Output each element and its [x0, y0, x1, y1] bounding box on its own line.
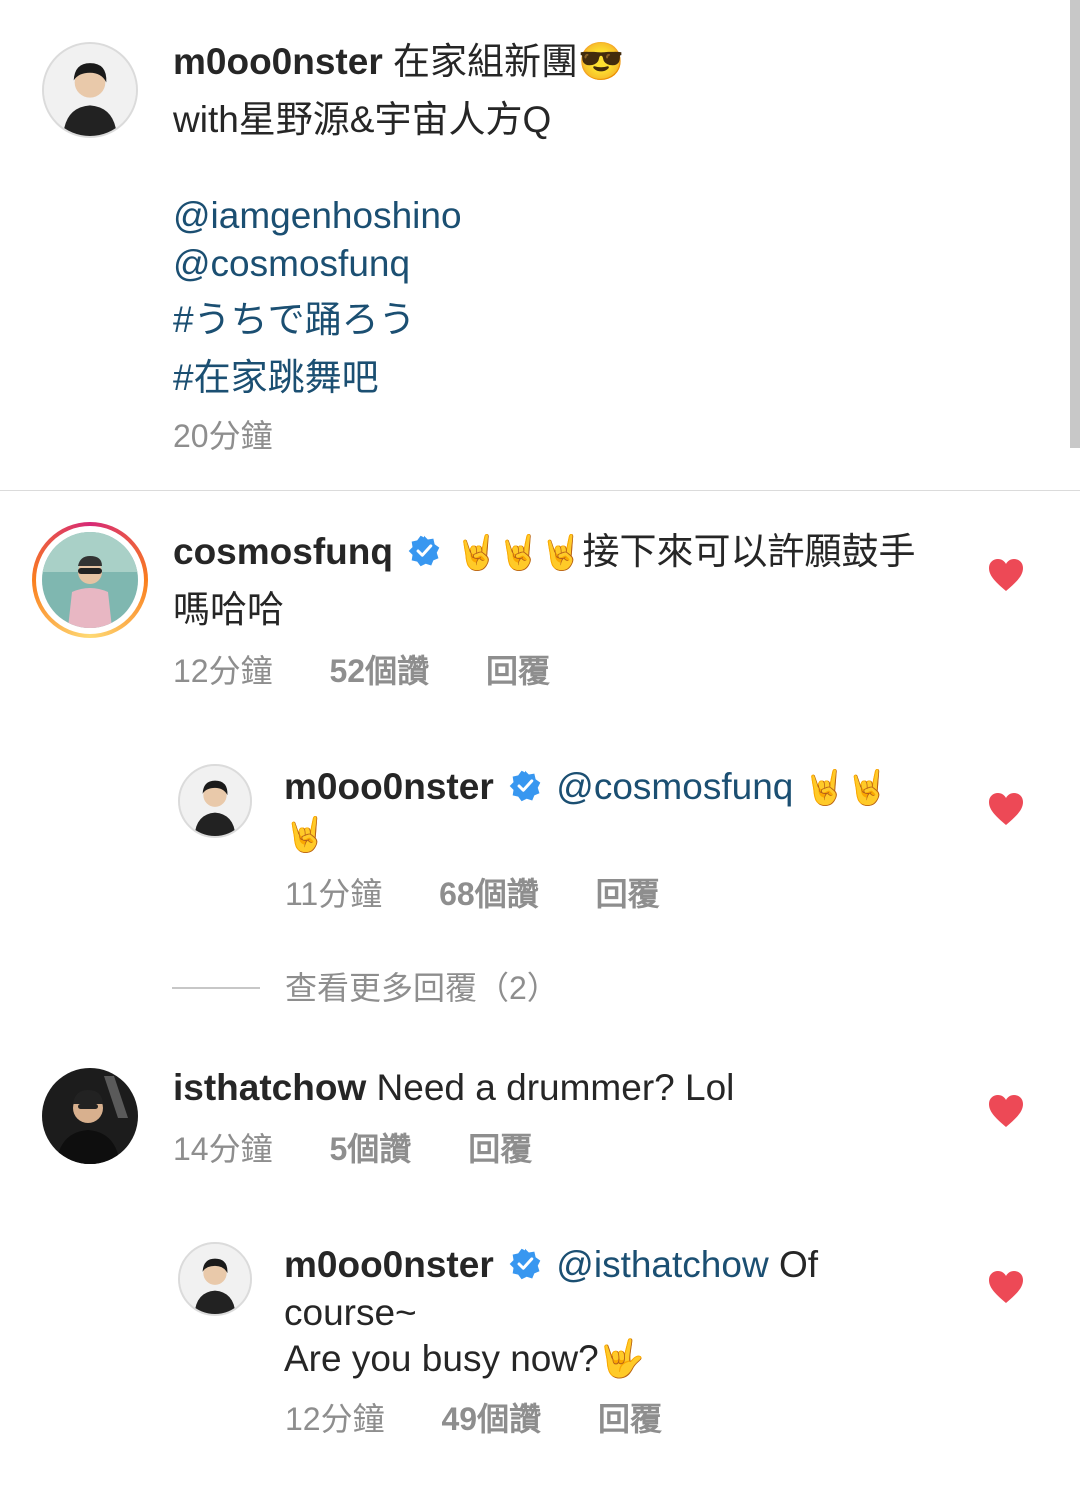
avatar-image: [44, 44, 136, 136]
avatar[interactable]: [178, 764, 252, 838]
view-more-replies-button[interactable]: 查看更多回覆（2）: [285, 968, 559, 1008]
rock-hand-emoji: 🤘: [284, 816, 327, 854]
comment-body: Need a drummer? Lol: [376, 1067, 735, 1108]
hashtag-link[interactable]: #うちで踊ろう: [173, 296, 416, 344]
comment-text: isthatchow Need a drummer? Lol: [173, 1064, 953, 1112]
reply-meta: 11分鐘 68個讚 回覆: [285, 874, 660, 914]
reply-username[interactable]: m0oo0nster: [284, 1244, 494, 1285]
comment-timestamp: 14分鐘: [173, 1131, 273, 1167]
avatar[interactable]: [42, 42, 138, 138]
comment-meta: 12分鐘 52個讚 回覆: [173, 651, 550, 691]
mention-link[interactable]: @isthatchow: [556, 1244, 768, 1285]
reply-button[interactable]: 回覆: [468, 1129, 532, 1169]
comment-username[interactable]: isthatchow: [173, 1067, 366, 1108]
verified-badge-icon: [509, 1248, 541, 1280]
reply-text: m0oo0nster @isthatchow Of: [284, 1241, 944, 1289]
verified-badge-icon: [408, 535, 440, 567]
view-more-line: [172, 987, 260, 989]
heart-icon[interactable]: [988, 558, 1024, 592]
likes-count[interactable]: 52個讚: [330, 651, 430, 691]
reply-username[interactable]: m0oo0nster: [284, 766, 494, 807]
comment-text: cosmosfunq 🤘🤘🤘接下來可以許願鼓手: [173, 528, 953, 577]
likes-count[interactable]: 5個讚: [330, 1129, 412, 1169]
caption-text: m0oo0nster 在家組新團😎: [173, 38, 1033, 86]
verified-badge-icon: [509, 770, 541, 802]
rock-hand-emoji: 🤘🤘🤘: [455, 534, 583, 572]
heart-icon[interactable]: [988, 1270, 1024, 1304]
reply-body-continued: Are you busy now?🤟: [284, 1338, 645, 1379]
avatar-image: [180, 1244, 250, 1314]
comment-username[interactable]: cosmosfunq: [173, 531, 393, 572]
caption-timestamp: 20分鐘: [173, 418, 273, 454]
reply-button[interactable]: 回覆: [486, 651, 550, 691]
reply-timestamp: 12分鐘: [285, 1401, 385, 1437]
reply-meta: 12分鐘 49個讚 回覆: [285, 1399, 662, 1439]
avatar-image: [42, 532, 138, 628]
divider: [0, 490, 1080, 491]
caption-username[interactable]: m0oo0nster: [173, 41, 383, 82]
mention-link[interactable]: @cosmosfunq: [556, 766, 793, 807]
reply-text: m0oo0nster @cosmosfunq 🤘🤘: [284, 763, 944, 812]
reply-timestamp: 11分鐘: [285, 876, 383, 912]
mention-link[interactable]: @cosmosfunq: [173, 240, 410, 288]
heart-icon[interactable]: [988, 792, 1024, 826]
hashtag-link[interactable]: #在家跳舞吧: [173, 354, 379, 402]
caption-line2: with星野源&宇宙人方Q: [173, 99, 552, 140]
avatar[interactable]: [178, 1242, 252, 1316]
comment-meta: 14分鐘 5個讚 回覆: [173, 1129, 532, 1169]
reply-body: Of: [778, 1244, 819, 1285]
avatar[interactable]: [42, 1068, 138, 1164]
rock-hand-emoji: 🤘🤘: [803, 769, 889, 807]
heart-icon[interactable]: [988, 1094, 1024, 1128]
avatar-image: [42, 1068, 138, 1164]
reply-body-continued: course~: [284, 1292, 417, 1333]
comment-body: 接下來可以許願鼓手: [582, 531, 916, 572]
likes-count[interactable]: 68個讚: [439, 874, 539, 914]
likes-count[interactable]: 49個讚: [442, 1399, 542, 1439]
comment-timestamp: 12分鐘: [173, 653, 273, 689]
avatar[interactable]: [42, 532, 138, 628]
reply-button[interactable]: 回覆: [596, 874, 660, 914]
comment-body-continued: 嗎哈哈: [173, 589, 284, 630]
reply-button[interactable]: 回覆: [598, 1399, 662, 1439]
mention-link[interactable]: @iamgenhoshino: [173, 192, 462, 240]
scrollbar[interactable]: [1070, 0, 1080, 448]
caption-body: 在家組新團😎: [393, 41, 625, 82]
avatar-image: [180, 766, 250, 836]
